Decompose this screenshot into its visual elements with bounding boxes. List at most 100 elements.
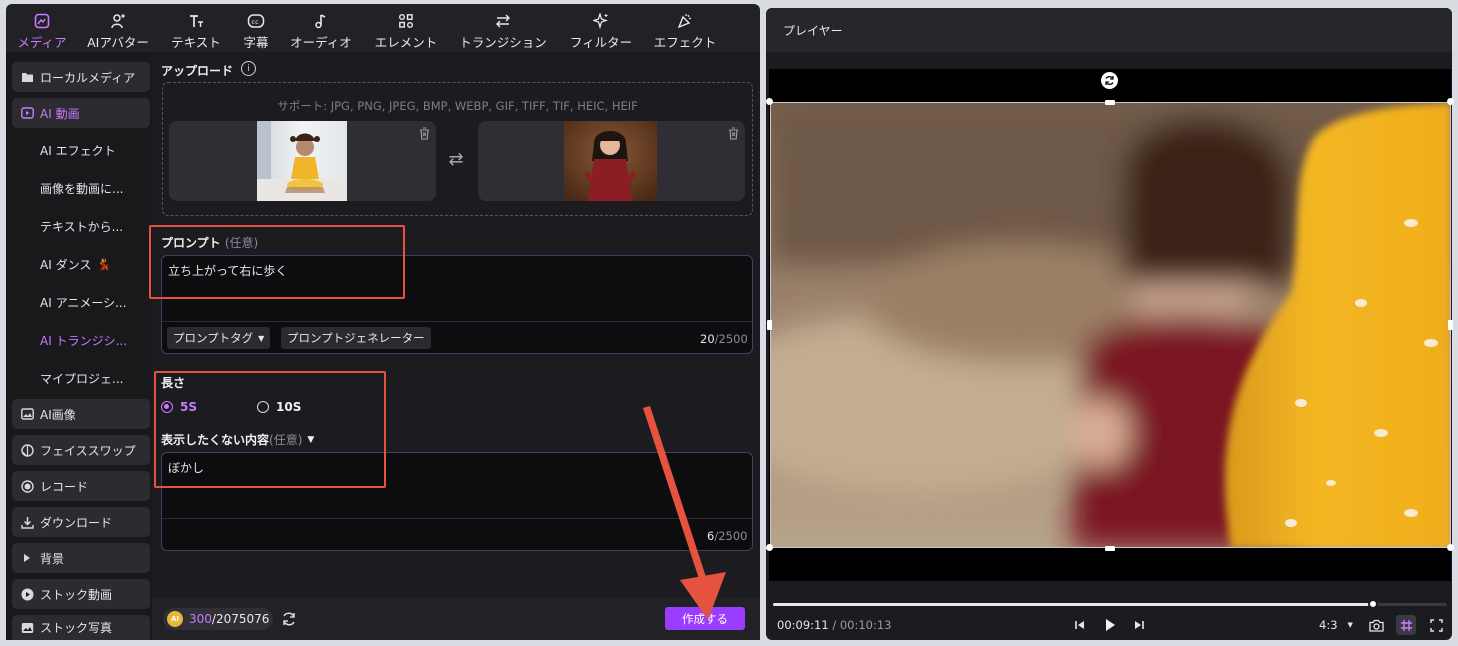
preview-video-frame[interactable]	[770, 102, 1451, 548]
sidebar-item-label: AI 動画	[40, 106, 80, 121]
delete-start-image-icon[interactable]	[417, 126, 431, 140]
aspect-ratio-value: 4:3	[1319, 618, 1338, 632]
sidebar-item-label: テキストから...	[40, 219, 124, 234]
info-icon[interactable]: i	[241, 61, 256, 76]
player-header	[766, 8, 1452, 52]
resize-handle-left[interactable]	[767, 320, 772, 330]
next-frame-button[interactable]	[1131, 617, 1147, 633]
resize-handle-top[interactable]	[1105, 100, 1115, 105]
sidebar-item-label: AI ダンス	[40, 257, 92, 272]
tab-subtitle[interactable]: cc 字幕	[236, 4, 276, 52]
tab-ai-avatar[interactable]: AIアバター	[82, 4, 154, 52]
grid-icon	[1400, 619, 1413, 632]
play-button[interactable]	[1102, 617, 1118, 633]
sidebar-item-background[interactable]: 背景	[12, 543, 150, 573]
swap-images-icon[interactable]: ⇄	[444, 147, 468, 171]
prompt-max: /2500	[714, 332, 748, 346]
audio-icon	[312, 12, 330, 30]
tab-label: 字幕	[243, 35, 269, 50]
media-sidebar: ローカルメディア AI 動画 AI エフェクト 画像を動画に... テキストから…	[6, 52, 152, 640]
resize-handle-top-right[interactable]	[1447, 98, 1454, 105]
folder-icon	[20, 70, 34, 84]
tab-element[interactable]: エレメント	[370, 4, 442, 52]
tab-media[interactable]: メディア	[12, 4, 72, 52]
credits-used: 300	[189, 612, 212, 626]
prompt-count: 20	[700, 332, 715, 346]
snapshot-camera-icon[interactable]	[1368, 617, 1384, 633]
sidebar-item-label: ストック写真	[40, 621, 113, 635]
sidebar-item-label: AI トランジシ...	[40, 333, 128, 348]
sidebar-item-label: フェイススワップ	[40, 443, 136, 458]
credits-total: /2075076	[211, 612, 270, 626]
fullscreen-icon[interactable]	[1428, 617, 1444, 633]
text-icon	[187, 12, 205, 30]
sidebar-item-label: AI画像	[40, 407, 76, 422]
prompt-tag-dropdown[interactable]: プロンプトタグ ▼	[167, 327, 271, 349]
element-icon	[397, 12, 415, 30]
playback-scrubber[interactable]	[1368, 599, 1378, 609]
delete-end-image-icon[interactable]	[726, 126, 740, 140]
caret-down-icon: ▼	[258, 333, 265, 343]
sidebar-item-stock-video[interactable]: ストック動画	[12, 579, 150, 609]
tab-filter[interactable]: フィルター	[564, 4, 638, 52]
face-swap-icon	[20, 443, 34, 457]
sidebar-item-record[interactable]: レコード	[12, 471, 150, 501]
sidebar-item-download[interactable]: ダウンロード	[12, 507, 150, 537]
sidebar-item-label: 背景	[40, 551, 65, 566]
resize-handle-bottom-left[interactable]	[766, 544, 773, 551]
sidebar-item-my-project[interactable]: マイプロジェ...	[12, 363, 150, 393]
resize-handle-bottom-right[interactable]	[1447, 544, 1454, 551]
annotation-box-duration	[154, 371, 386, 488]
photo-icon	[20, 621, 34, 635]
tab-transition[interactable]: トランジション	[456, 4, 550, 52]
sidebar-item-ai-video[interactable]: AI 動画	[12, 98, 150, 128]
tab-label: AIアバター	[87, 35, 149, 50]
refresh-credits-icon[interactable]	[281, 611, 297, 627]
sidebar-item-label: ローカルメディア	[40, 70, 136, 85]
sidebar-item-ai-animation[interactable]: AI アニメーシ...	[12, 287, 150, 317]
sidebar-item-label: 画像を動画に...	[40, 181, 124, 196]
video-icon	[20, 106, 34, 120]
resize-handle-top-left[interactable]	[766, 98, 773, 105]
filter-icon	[592, 12, 610, 30]
sidebar-item-label: ダウンロード	[40, 515, 113, 530]
sidebar-item-local-media[interactable]: ローカルメディア	[12, 62, 150, 92]
current-time: 00:09:11	[777, 618, 829, 632]
annotation-box-prompt	[149, 225, 405, 299]
tab-label: エレメント	[374, 35, 438, 50]
media-icon	[33, 12, 51, 30]
resize-handle-right[interactable]	[1448, 320, 1453, 330]
sidebar-item-label: ストック動画	[40, 587, 113, 602]
resize-handle-bottom[interactable]	[1105, 546, 1115, 551]
tab-label: トランジション	[459, 35, 547, 50]
sidebar-item-ai-effect[interactable]: AI エフェクト	[12, 135, 150, 165]
sidebar-item-stock-photo[interactable]: ストック写真	[12, 615, 150, 640]
tab-label: フィルター	[569, 35, 633, 50]
previous-frame-button[interactable]	[1072, 617, 1088, 633]
download-icon	[20, 515, 34, 529]
time-display: 00:09:11 / 00:10:13	[777, 618, 892, 632]
tab-audio[interactable]: オーディオ	[286, 4, 356, 52]
prompt-generator-button[interactable]: プロンプトジェネレーター	[281, 327, 431, 349]
sidebar-item-ai-dance[interactable]: AI ダンス 💃	[12, 249, 150, 279]
aspect-ratio-dropdown[interactable]: 4:3 ▼	[1319, 618, 1353, 632]
sidebar-item-ai-transition[interactable]: AI トランジシ...	[12, 325, 150, 355]
sidebar-item-text-to-video[interactable]: テキストから...	[12, 211, 150, 241]
sidebar-item-label: マイプロジェ...	[40, 371, 124, 386]
playback-progress-fill	[773, 603, 1373, 606]
supported-formats: サポート: JPG, PNG, JPEG, BMP, WEBP, GIF, TI…	[277, 99, 638, 113]
rotate-handle-icon[interactable]	[1101, 72, 1118, 89]
dance-emoji: 💃	[97, 257, 112, 271]
tab-effect[interactable]: エフェクト	[650, 4, 720, 52]
prompt-divider	[162, 321, 752, 322]
annotation-arrow	[636, 404, 746, 624]
sidebar-item-image-to-video[interactable]: 画像を動画に...	[12, 173, 150, 203]
top-toolbar: メディア AIアバター テキスト cc 字幕 オーディオ エレメント トランジシ…	[6, 4, 760, 52]
tab-label: テキスト	[171, 35, 221, 50]
grid-toggle-button[interactable]	[1396, 615, 1416, 635]
tab-label: メディア	[17, 35, 67, 50]
sidebar-item-ai-image[interactable]: AI画像	[12, 399, 150, 429]
tab-text[interactable]: テキスト	[168, 4, 224, 52]
subtitle-icon: cc	[247, 12, 265, 30]
sidebar-item-face-swap[interactable]: フェイススワップ	[12, 435, 150, 465]
